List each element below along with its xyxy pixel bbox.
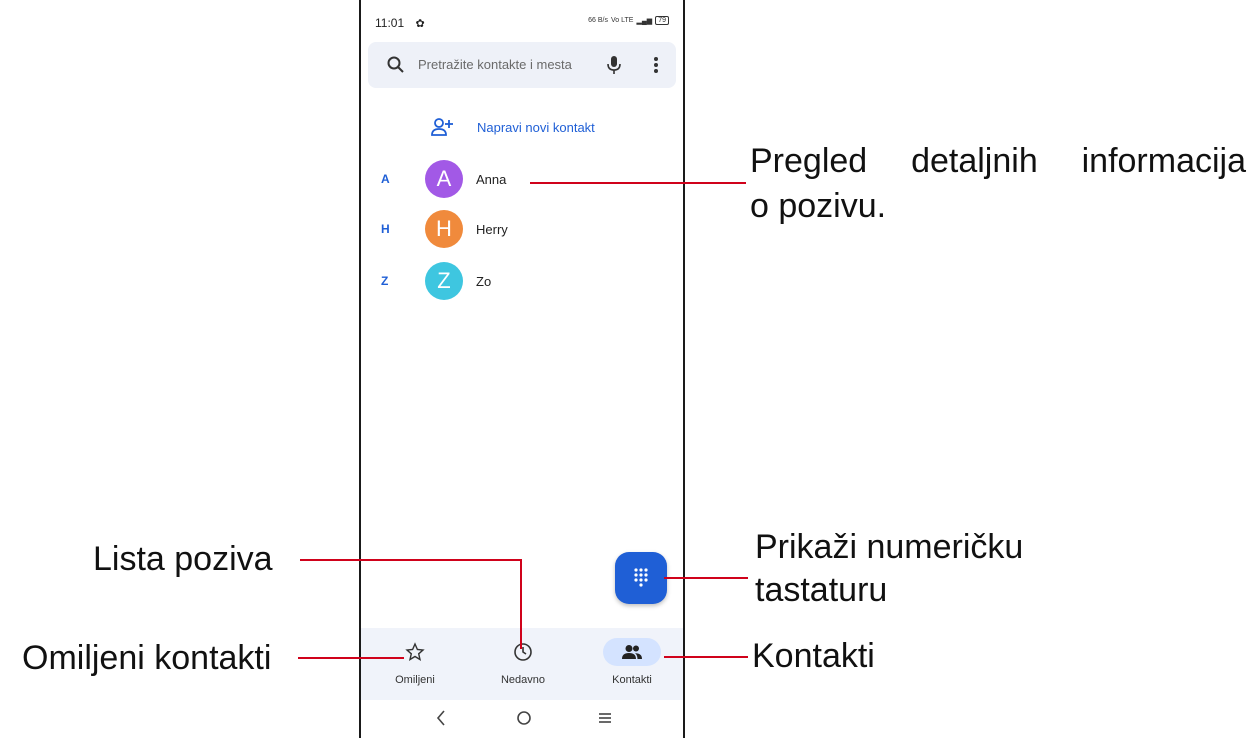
avatar: H	[425, 210, 463, 248]
annotation-details-line1: Pregled detaljnih informacija	[750, 142, 1246, 180]
tab-label: Omiljeni	[395, 674, 435, 686]
create-contact-label: Napravi novi kontakt	[477, 119, 595, 135]
section-letter: H	[381, 222, 390, 236]
contact-name: Zo	[476, 274, 492, 289]
phone-screen: 11:01 ✿ 66 B/s Vo LTE ▂▄▆ 79 Pretražite …	[359, 0, 685, 738]
home-icon[interactable]	[514, 708, 534, 728]
contact-row-herry[interactable]: H H Herry	[361, 210, 681, 250]
search-input[interactable]: Pretražite kontakte i mesta	[418, 57, 572, 72]
annotation-contacts: Kontakti	[752, 637, 875, 675]
bottom-navigation: Omiljeni Nedavno Kontakti	[361, 628, 683, 700]
annotation-favorites: Omiljeni kontakti	[22, 639, 272, 677]
section-letter: A	[381, 172, 390, 186]
search-bar[interactable]: Pretražite kontakte i mesta	[368, 42, 676, 88]
tab-favorites[interactable]: Omiljeni	[370, 638, 460, 686]
more-vert-icon[interactable]	[652, 55, 660, 75]
avatar: Z	[425, 262, 463, 300]
contact-name: Herry	[476, 222, 508, 237]
annotation-line-details	[530, 182, 746, 184]
battery-level: 79	[655, 16, 669, 25]
annotation-line-call-list-vertical	[520, 559, 522, 649]
add-person-icon	[431, 118, 453, 136]
mic-icon[interactable]	[606, 55, 622, 75]
status-time: 11:01	[375, 16, 405, 30]
tab-recent[interactable]: Nedavno	[478, 638, 568, 686]
dialpad-button[interactable]	[615, 552, 667, 604]
tab-label: Kontakti	[612, 674, 652, 686]
annotation-line-contacts	[664, 656, 748, 658]
contact-row-zo[interactable]: Z Z Zo	[361, 262, 681, 302]
clock-icon	[514, 643, 532, 661]
section-letter: Z	[381, 274, 389, 288]
annotation-line-dialpad	[664, 577, 748, 579]
signal-icon: ▂▄▆	[636, 17, 653, 25]
back-icon[interactable]	[434, 708, 448, 728]
dialpad-icon	[634, 568, 648, 587]
search-icon[interactable]	[386, 55, 406, 75]
recents-icon[interactable]	[597, 708, 613, 728]
create-contact-button[interactable]: Napravi novi kontakt	[431, 117, 595, 137]
annotation-call-list: Lista poziva	[93, 540, 273, 578]
people-icon	[622, 645, 642, 659]
system-navigation	[361, 700, 683, 738]
avatar: A	[425, 160, 463, 198]
tab-label: Nedavno	[500, 674, 546, 686]
tab-active-indicator	[603, 638, 661, 666]
status-icons: 66 B/s Vo LTE ▂▄▆ 79	[588, 16, 669, 25]
contact-row-anna[interactable]: A A Anna	[361, 160, 681, 200]
annotation-dialpad-line1: Prikaži numeričku	[755, 528, 1024, 566]
lte-indicator: Vo LTE	[611, 17, 634, 24]
annotation-line-favorites	[298, 657, 404, 659]
gear-icon: ✿	[415, 18, 425, 30]
net-speed: 66 B/s	[588, 17, 609, 24]
star-icon	[405, 642, 425, 661]
annotation-line-call-list	[300, 559, 522, 561]
annotation-details-line2: o pozivu.	[750, 187, 887, 225]
contact-name: Anna	[476, 172, 507, 187]
annotation-dialpad-line2: tastaturu	[755, 571, 888, 609]
status-bar: 11:01 ✿	[375, 16, 425, 30]
tab-contacts[interactable]: Kontakti	[587, 638, 677, 686]
